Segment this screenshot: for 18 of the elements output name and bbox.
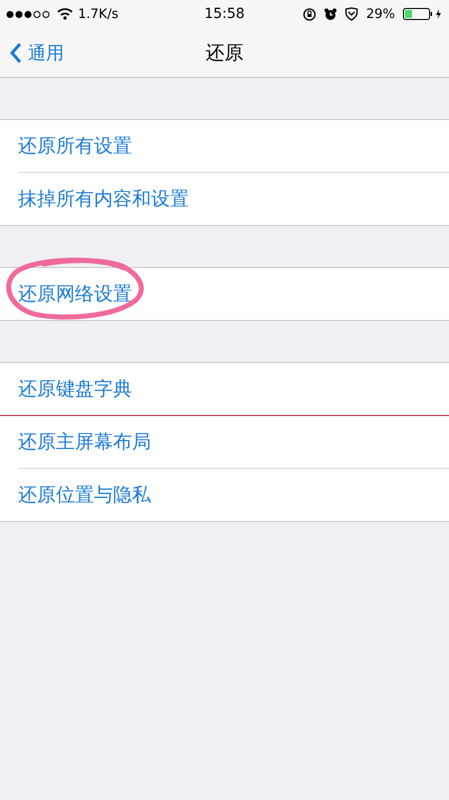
wifi-icon xyxy=(57,8,73,20)
shield-icon xyxy=(345,7,358,21)
page-title: 还原 xyxy=(206,40,244,66)
chevron-left-icon xyxy=(10,42,22,64)
network-speed: 1.7K/s xyxy=(78,6,118,22)
battery-charging-icon xyxy=(403,8,443,20)
rotation-lock-icon xyxy=(303,8,316,20)
alarm-icon xyxy=(324,8,338,20)
reset-option[interactable]: 抹掉所有内容和设置 xyxy=(0,173,449,225)
signal-icon xyxy=(6,10,52,18)
reset-option[interactable]: 还原键盘字典 xyxy=(0,363,449,415)
reset-option[interactable]: 还原主屏幕布局 xyxy=(0,416,449,468)
reset-option[interactable]: 还原网络设置 xyxy=(0,268,449,320)
battery-percent: 29% xyxy=(366,6,395,22)
reset-option[interactable]: 还原所有设置 xyxy=(0,120,449,172)
clock-time: 15:58 xyxy=(204,6,245,22)
reset-option[interactable]: 还原位置与隐私 xyxy=(0,469,449,521)
back-button[interactable]: 通用 xyxy=(0,40,64,64)
